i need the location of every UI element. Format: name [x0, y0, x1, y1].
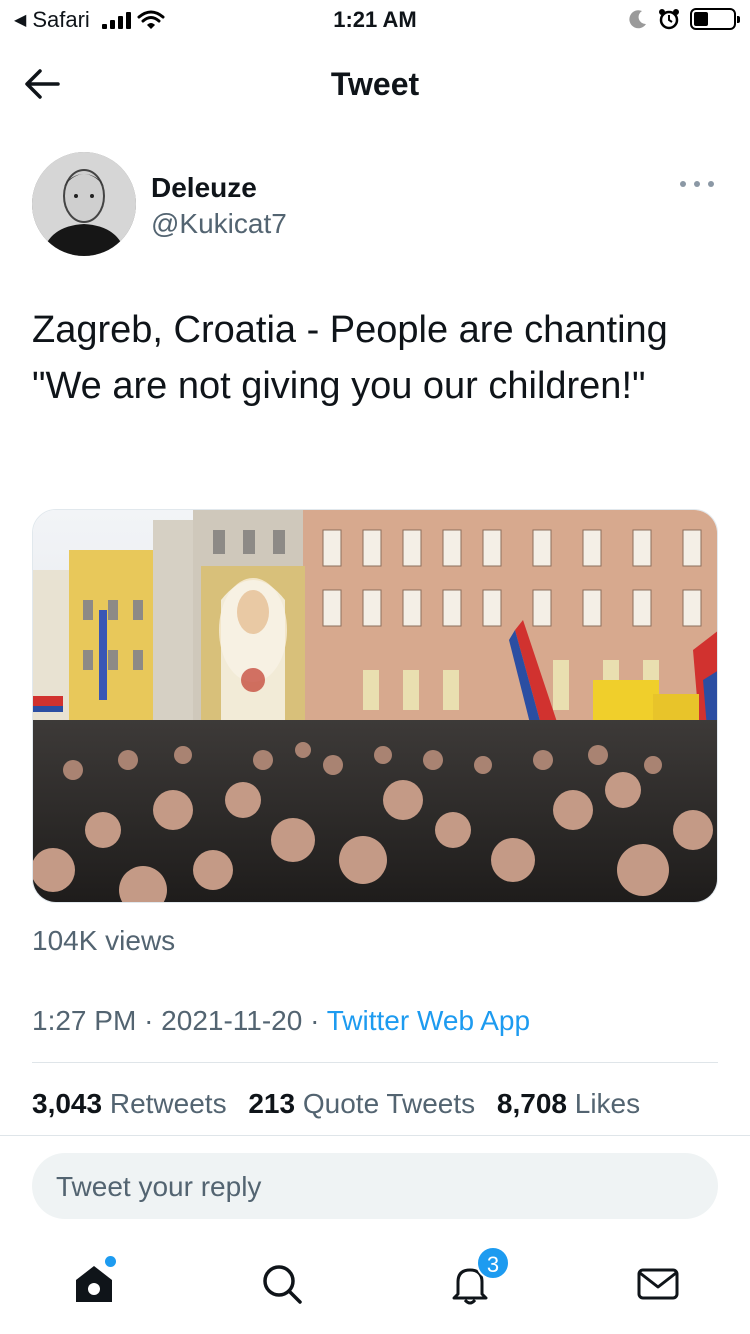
battery-icon	[690, 8, 740, 30]
tweet-media-video[interactable]	[32, 509, 718, 903]
status-right	[628, 8, 740, 30]
bottom-tab-bar: 3	[0, 1246, 750, 1334]
meta-separator: ·	[310, 1005, 320, 1036]
likes-label: Likes	[574, 1088, 641, 1119]
meta-separator: ·	[144, 1005, 154, 1036]
divider	[32, 1062, 718, 1063]
view-count: 104K views	[32, 925, 176, 956]
tab-messages[interactable]	[634, 1260, 682, 1308]
retweets-count: 3,043	[32, 1088, 103, 1119]
more-options-icon[interactable]	[680, 172, 714, 196]
retweets-label: Retweets	[109, 1088, 227, 1119]
tweet-page: ◀ Safari 1:21 AM Tweet Deleuze @Kukicat7…	[0, 0, 750, 1334]
likes-stat[interactable]: 8,708 Likes	[497, 1088, 640, 1119]
home-icon	[76, 1266, 112, 1302]
retweets-stat[interactable]: 3,043 Retweets	[32, 1088, 234, 1119]
quote-tweets-stat[interactable]: 213 Quote Tweets	[248, 1088, 483, 1119]
nav-header: Tweet	[0, 48, 750, 120]
quote-tweets-count: 213	[248, 1088, 296, 1119]
avatar[interactable]	[32, 152, 136, 256]
tab-search[interactable]	[258, 1260, 306, 1308]
page-title: Tweet	[330, 66, 420, 102]
author-name[interactable]: Deleuze	[151, 172, 257, 204]
quote-tweets-label: Quote Tweets	[302, 1088, 476, 1119]
search-icon	[263, 1265, 302, 1304]
tweet-date: 2021-11-20	[161, 1005, 303, 1036]
tweet-meta: 1:27 PM · 2021-11-20 · Twitter Web App	[32, 1005, 530, 1037]
reply-input[interactable]: Tweet your reply	[32, 1153, 718, 1219]
alarm-icon	[659, 9, 679, 30]
divider	[0, 1135, 750, 1136]
new-content-dot	[105, 1256, 116, 1267]
author-handle[interactable]: @Kukicat7	[151, 208, 287, 240]
tab-notifications[interactable]: 3	[446, 1246, 510, 1308]
tweet-text: Zagreb, Croatia - People are chanting "W…	[32, 309, 668, 407]
mail-icon	[637, 1268, 679, 1300]
engagement-stats: 3,043 Retweets 213 Quote Tweets 8,708 Li…	[32, 1088, 654, 1120]
notifications-badge: 3	[476, 1246, 510, 1280]
status-bar: ◀ Safari 1:21 AM	[0, 0, 750, 40]
tweet-source-link[interactable]: Twitter Web App	[327, 1005, 530, 1036]
likes-count: 8,708	[496, 1088, 567, 1119]
tweet-time: 1:27 PM	[32, 1005, 137, 1036]
tab-home[interactable]	[70, 1256, 118, 1308]
moon-icon	[629, 10, 646, 29]
